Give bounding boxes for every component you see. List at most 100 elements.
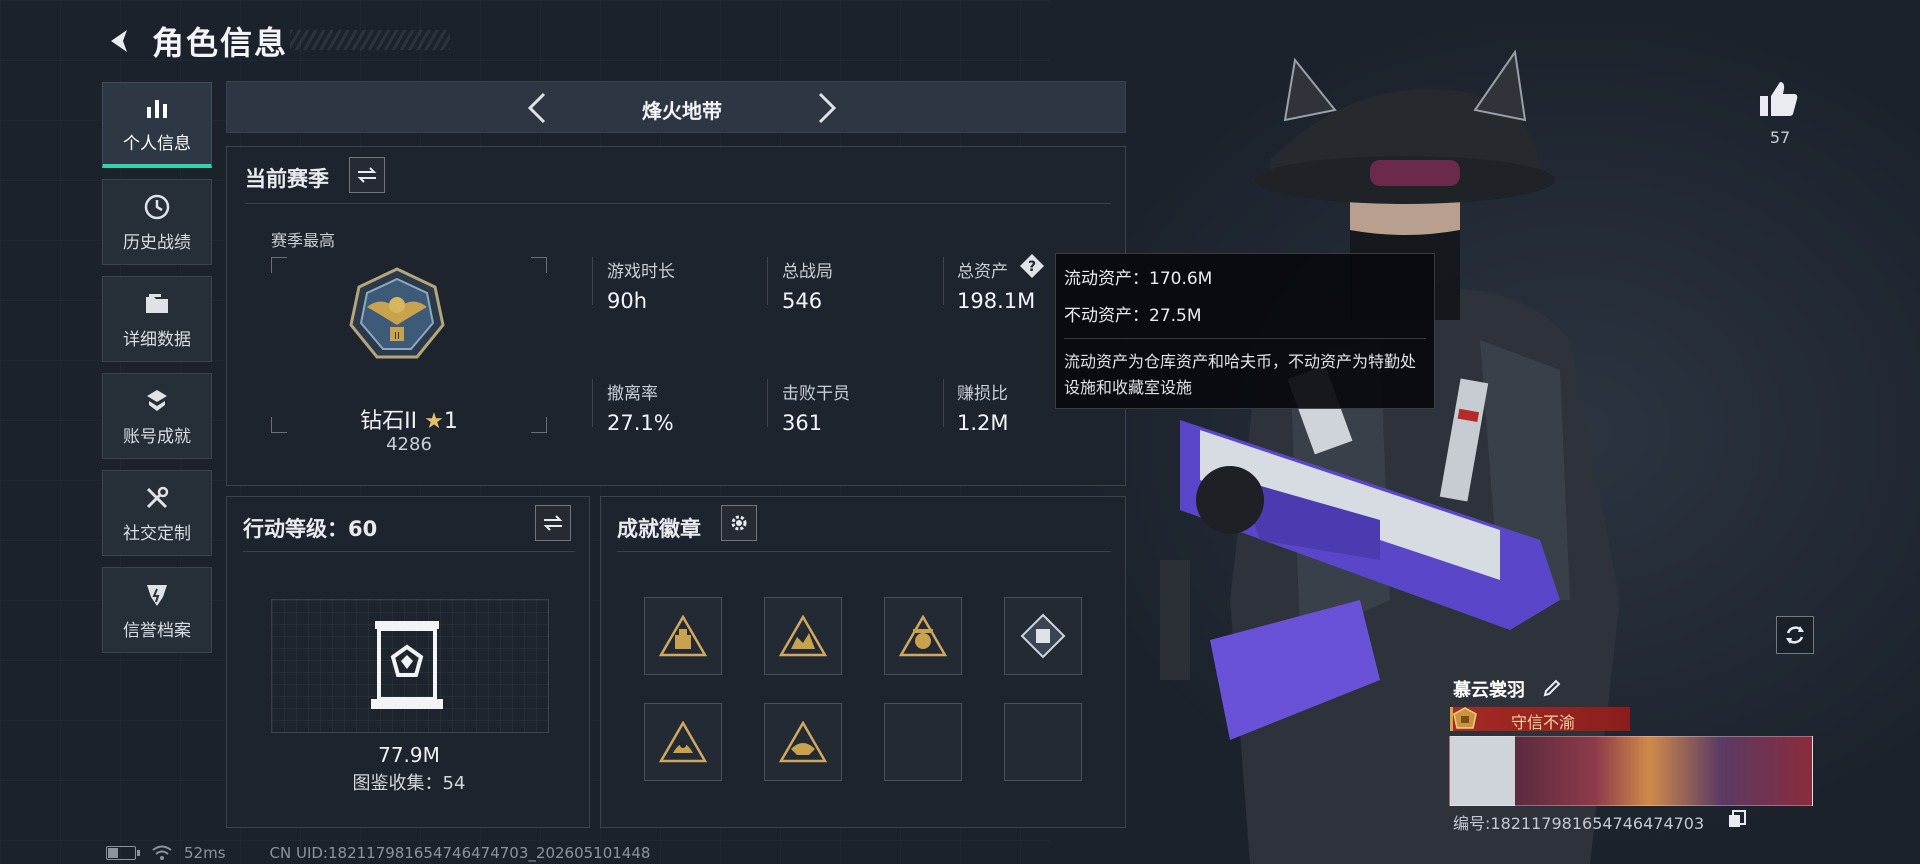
gear-icon: [731, 515, 747, 531]
edit-icon[interactable]: [1542, 678, 1562, 698]
swap-level-button[interactable]: [535, 505, 571, 541]
back-arrow-icon[interactable]: [100, 21, 140, 61]
sidebar-item-social[interactable]: 社交定制: [102, 470, 212, 556]
stat-label: 击败干员: [782, 384, 850, 404]
rank-score: 4286: [386, 434, 432, 455]
sidebar-item-label: 历史战绩: [123, 232, 191, 253]
badge-slot[interactable]: [764, 703, 842, 781]
status-bar: 52ms CN UID:1821179816547464747​03_20260…: [106, 844, 650, 862]
battery-icon: [106, 846, 140, 860]
battery-level: [108, 848, 118, 858]
uid: CN UID:1821179816547464747​03_2026051014…: [269, 844, 651, 862]
thumbs-up-icon[interactable]: [1758, 78, 1800, 120]
mode-selector: 烽火地带: [226, 81, 1126, 133]
stat-value: 27.1%: [607, 411, 674, 435]
badge-slot-empty[interactable]: [1004, 703, 1082, 781]
divider: [243, 551, 575, 552]
sidebar-item-achievements[interactable]: 账号成就: [102, 373, 212, 459]
level-panel: 行动等级：60 77.9M 图鉴收集：54: [226, 496, 590, 828]
asset-tooltip: 流动资产：170.6M 不动资产：27.5M 流动资产为仓库资产和哈夫币，不动资…: [1055, 253, 1435, 409]
help-icon[interactable]: ?: [1019, 253, 1045, 279]
season-panel: 当前赛季 赛季最高 II 钻石II ★1 4286 游戏时长 90h 总战局 5…: [226, 146, 1126, 486]
stat-value: 90h: [607, 289, 648, 313]
rotate-button[interactable]: [1776, 616, 1814, 654]
swap-season-button[interactable]: [349, 157, 385, 193]
stats-icon: [142, 93, 172, 123]
medal-icon: [1453, 707, 1477, 729]
sidebar-item-label: 详细数据: [123, 329, 191, 350]
swap-icon: [357, 167, 377, 183]
badge-title: 成就徽章: [617, 517, 701, 541]
collection-case-icon: [371, 621, 443, 709]
triangle-badge-icon: [659, 615, 707, 657]
player-title: 守信不渝: [1510, 713, 1575, 732]
season-title: 当前赛季: [245, 167, 329, 191]
tooltip-liquid-assets: 流动资产：170.6M: [1064, 269, 1213, 289]
title-decoration: [290, 30, 450, 50]
sidebar-item-reputation[interactable]: 信誉档案: [102, 567, 212, 653]
rank-name: 钻石II ★1: [360, 409, 458, 434]
page-header: 角色信息: [100, 18, 288, 64]
sidebar-item-personal-info[interactable]: 个人信息: [102, 82, 212, 168]
stat-value: 198.1M: [957, 289, 1036, 313]
badge-settings-button[interactable]: [721, 505, 757, 541]
badge-slot[interactable]: [1004, 597, 1082, 675]
sidebar-item-label: 信誉档案: [123, 620, 191, 641]
stat-value: 1.2M: [957, 411, 1009, 435]
latency: 52ms: [184, 844, 226, 862]
player-name: 慕云裳羽: [1453, 680, 1525, 701]
badge-panel: 成就徽章: [600, 496, 1126, 828]
collection-value: 77.9M: [378, 743, 440, 767]
badge-slot[interactable]: [884, 597, 962, 675]
stat-value: 361: [782, 411, 823, 435]
history-icon: [142, 192, 172, 222]
stat-label: 总战局: [782, 262, 833, 282]
stat-label: 赚损比: [957, 384, 1008, 404]
stat-label: 撤离率: [607, 384, 658, 404]
sidebar-item-label: 账号成就: [123, 426, 191, 447]
collection-count: 图鉴收集：54: [352, 773, 466, 794]
achievement-icon: [142, 386, 172, 416]
triangle-badge-icon: [659, 721, 707, 763]
badge-slot[interactable]: [644, 703, 722, 781]
sidebar-item-label: 社交定制: [123, 523, 191, 544]
skull-badge-icon: [899, 615, 947, 657]
star-icon: ★: [424, 409, 444, 434]
sidebar-item-details[interactable]: 详细数据: [102, 276, 212, 362]
diamond-badge-icon: [1020, 613, 1066, 659]
badge-slot[interactable]: [644, 597, 722, 675]
chevron-right-icon[interactable]: [807, 88, 847, 128]
divider: [1064, 338, 1426, 339]
sidebar-item-history[interactable]: 历史战绩: [102, 179, 212, 265]
level-title: 行动等级：60: [243, 517, 378, 541]
stat-label: 总资产: [957, 262, 1008, 282]
tooltip-description: 流动资产为仓库资产和哈夫币，不动资产为特勤处设施和收藏室设施: [1064, 352, 1417, 397]
badge-slot-empty[interactable]: [884, 703, 962, 781]
season-best-label: 赛季最高: [271, 231, 336, 250]
player-banner[interactable]: [1449, 736, 1813, 806]
divider: [617, 551, 1111, 552]
like-count: 57: [1769, 128, 1791, 147]
badge-slot[interactable]: [764, 597, 842, 675]
stat-value: 546: [782, 289, 823, 313]
sidebar-item-label: 个人信息: [123, 134, 191, 154]
svg-text:II: II: [394, 331, 400, 342]
triangle-badge-icon: [779, 615, 827, 657]
triangle-badge-icon: [779, 721, 827, 763]
page-title: 角色信息: [152, 24, 289, 62]
tooltip-fixed-assets: 不动资产：27.5M: [1064, 306, 1202, 326]
divider: [245, 203, 1111, 204]
player-id: 编号:1821179816547464747​03: [1453, 814, 1705, 833]
copy-icon[interactable]: [1728, 810, 1746, 828]
rank-badge-icon: II: [349, 267, 445, 359]
sidebar: 个人信息 历史战绩 详细数据 账号成就 社交定制 信誉档案: [102, 82, 212, 664]
rotate-icon: [1786, 626, 1804, 644]
folder-icon: [142, 289, 172, 319]
chevron-left-icon[interactable]: [517, 88, 557, 128]
swap-icon: [543, 515, 563, 531]
wifi-icon: [152, 845, 172, 860]
rank-stars: 1: [443, 409, 458, 434]
tools-icon: [142, 483, 172, 513]
shield-icon: [142, 580, 172, 610]
stat-label: 游戏时长: [607, 262, 675, 282]
